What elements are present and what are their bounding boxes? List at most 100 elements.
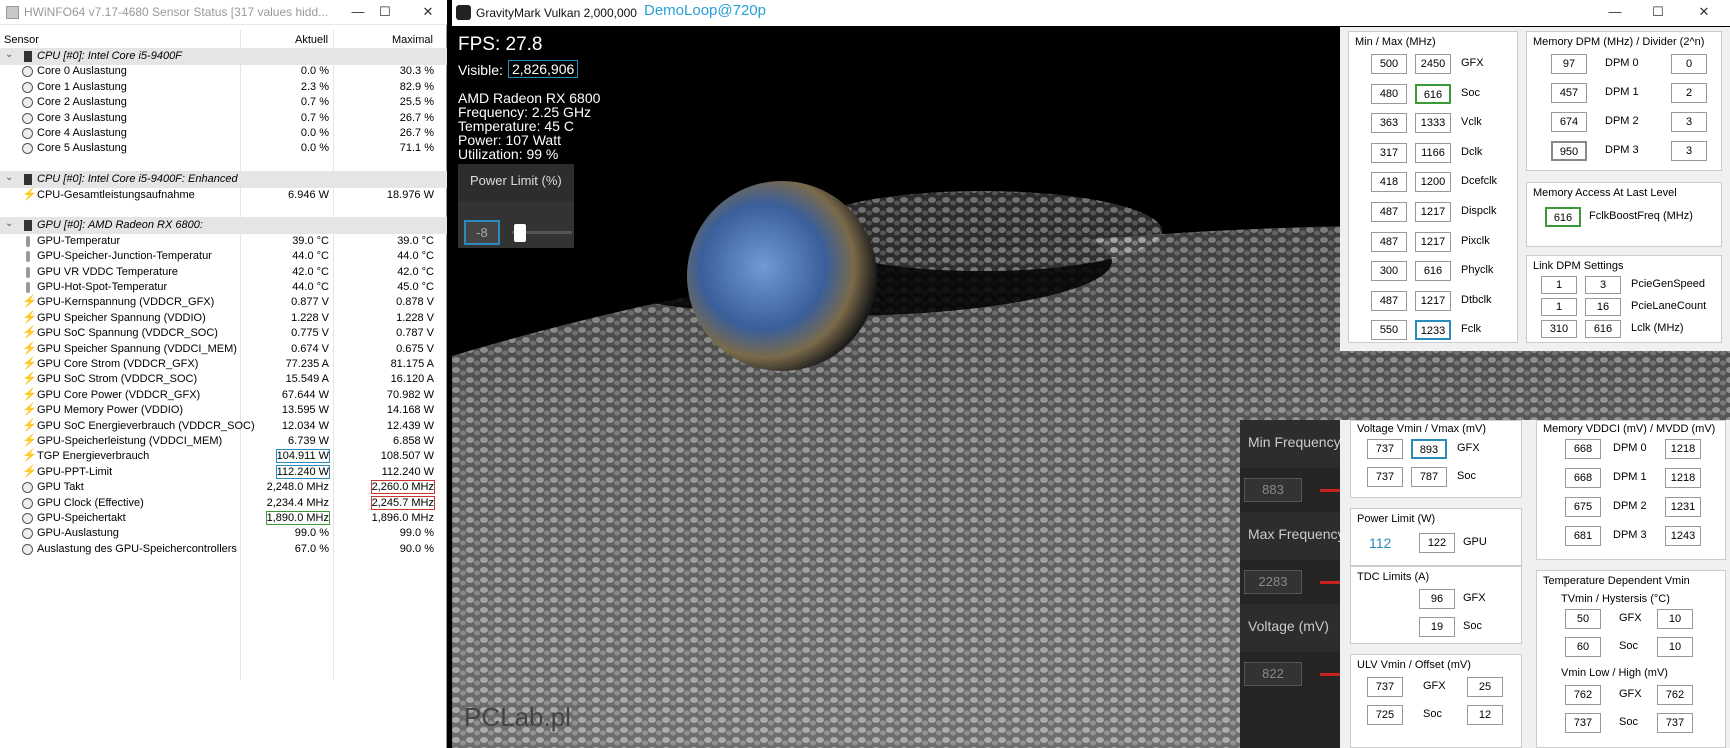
link-min-input[interactable]: 310 [1541, 320, 1577, 338]
ulv-vmin-input[interactable]: 737 [1367, 677, 1403, 697]
sensor-row[interactable]: GPU-Speicher-Junction-Temperatur 44.0 °C 4… [0, 248, 447, 265]
mvdd-input[interactable]: 1231 [1665, 497, 1701, 517]
power-limit-input[interactable]: -8 [464, 220, 500, 245]
memdpm-freq-input[interactable]: 950 [1551, 141, 1587, 161]
vmin-input[interactable]: 737 [1367, 467, 1403, 487]
tvmin-input[interactable]: 50 [1565, 609, 1601, 629]
max-input[interactable]: 616 [1415, 261, 1451, 282]
memdpm-divider-input[interactable]: 3 [1671, 141, 1707, 161]
tvmin-second-input[interactable]: 10 [1657, 609, 1693, 629]
sensor-row[interactable]: Core 0 Auslastung 0.0 % 30.3 % [0, 63, 447, 80]
ulv-offset-input[interactable]: 12 [1467, 705, 1503, 725]
tdc-input[interactable]: 19 [1419, 617, 1455, 637]
collapse-chevron-icon[interactable]: ⌄ [5, 218, 13, 229]
min-input[interactable]: 317 [1371, 142, 1407, 163]
vmax-input[interactable]: 787 [1411, 467, 1447, 487]
gm-maximize-button[interactable]: ☐ [1643, 2, 1673, 22]
min-input[interactable]: 487 [1371, 231, 1407, 252]
collapse-chevron-icon[interactable]: ⌄ [5, 172, 13, 183]
max-input[interactable]: 1217 [1415, 202, 1451, 222]
freq-slider-track[interactable] [1320, 489, 1340, 492]
freq-slider-track[interactable] [1320, 581, 1340, 584]
vddci-input[interactable]: 675 [1565, 497, 1601, 517]
vddci-input[interactable]: 668 [1565, 468, 1601, 488]
sensor-row[interactable]: GPU-Auslastung 99.0 % 99.0 % [0, 525, 447, 542]
min-input[interactable]: 487 [1371, 202, 1407, 222]
column-max[interactable]: Maximal [392, 34, 433, 46]
sensor-row[interactable]: ⚡ GPU-Kernspannung (VDDCR_GFX) 0.877 V 0.87… [0, 294, 447, 311]
memdpm-freq-input[interactable]: 457 [1551, 83, 1587, 103]
fclkboost-input[interactable]: 616 [1545, 207, 1581, 227]
max-input[interactable]: 1217 [1415, 231, 1451, 252]
sensor-row[interactable]: ⚡ CPU-Gesamtleistungsaufnahme 6.946 W 18.97… [0, 187, 447, 204]
sensor-row[interactable]: ⚡ GPU Memory Power (VDDIO) 13.595 W 14.168 … [0, 402, 447, 419]
gm-close-button[interactable]: ✕ [1689, 2, 1719, 22]
column-sensor[interactable]: Sensor [4, 34, 39, 46]
max-input[interactable]: 1233 [1415, 320, 1451, 341]
sensor-row[interactable]: Auslastung des GPU-Speichercontrollers 67… [0, 541, 447, 558]
link-min-input[interactable]: 1 [1541, 276, 1577, 294]
mvdd-input[interactable]: 1243 [1665, 526, 1701, 546]
min-input[interactable]: 480 [1371, 83, 1407, 104]
column-current[interactable]: Aktuell [295, 34, 328, 46]
freq-input[interactable]: 883 [1244, 478, 1302, 502]
sensor-group-header[interactable]: ⌄ GPU [#0]: AMD Radeon RX 6800: [0, 217, 447, 234]
link-max-input[interactable]: 3 [1585, 276, 1621, 294]
mvdd-input[interactable]: 1218 [1665, 439, 1701, 459]
max-input[interactable]: 2450 [1415, 54, 1451, 74]
freq-slider-track[interactable] [1320, 673, 1340, 676]
minimize-button[interactable]: — [343, 2, 373, 22]
close-button[interactable]: ✕ [413, 2, 443, 22]
freq-input[interactable]: 2283 [1244, 570, 1302, 594]
power-limit-slider[interactable] [514, 224, 526, 242]
link-max-input[interactable]: 616 [1585, 320, 1621, 338]
vddci-input[interactable]: 668 [1565, 439, 1601, 459]
sensor-group-header[interactable]: ⌄ CPU [#0]: Intel Core i5-9400F: Enhanced [0, 171, 447, 188]
gm-minimize-button[interactable]: — [1600, 2, 1630, 22]
tvmin-input[interactable]: 60 [1565, 637, 1601, 657]
max-input[interactable]: 1217 [1415, 290, 1451, 311]
min-input[interactable]: 418 [1371, 172, 1407, 193]
sensor-current-value: 2,248.0 MHz [266, 481, 329, 493]
sensor-row[interactable]: GPU Takt 2,248.0 MHz 2,260.0 MHz [0, 479, 447, 496]
maximize-button[interactable]: ☐ [370, 2, 400, 22]
min-input[interactable]: 300 [1371, 261, 1407, 282]
vmin-input[interactable]: 737 [1367, 439, 1403, 459]
sensor-row[interactable]: ⚡ GPU SoC Spannung (VDDCR_SOC) 0.775 V 0.78… [0, 325, 447, 342]
max-input[interactable]: 1200 [1415, 172, 1451, 193]
link-max-input[interactable]: 16 [1585, 298, 1621, 316]
mvdd-input[interactable]: 1218 [1665, 468, 1701, 488]
vmax-input[interactable]: 893 [1411, 439, 1447, 459]
sensor-row[interactable]: ⚡ GPU SoC Strom (VDDCR_SOC) 15.549 A 16.120… [0, 371, 447, 388]
min-input[interactable]: 363 [1371, 113, 1407, 134]
tvmin-second-input[interactable]: 737 [1657, 713, 1693, 733]
memdpm-divider-input[interactable]: 3 [1671, 112, 1707, 132]
sensor-row[interactable]: Core 2 Auslastung 0.7 % 25.5 % [0, 94, 447, 111]
min-input[interactable]: 487 [1371, 290, 1407, 311]
memdpm-divider-input[interactable]: 0 [1671, 54, 1707, 74]
vddci-input[interactable]: 681 [1565, 526, 1601, 546]
link-label: PcieLaneCount [1631, 300, 1707, 312]
tvmin-second-input[interactable]: 10 [1657, 637, 1693, 657]
powerlimit-input[interactable]: 122 [1419, 533, 1455, 553]
max-input[interactable]: 1333 [1415, 113, 1451, 134]
memdpm-freq-input[interactable]: 674 [1551, 112, 1587, 132]
fclkboost-label: FclkBoostFreq (MHz) [1589, 210, 1693, 222]
sensor-row[interactable]: ⚡ TGP Energieverbrauch 104.911 W 108.507 W [0, 448, 447, 465]
link-min-input[interactable]: 1 [1541, 298, 1577, 316]
sensor-row[interactable]: Core 5 Auslastung 0.0 % 71.1 % [0, 140, 447, 157]
max-input[interactable]: 1166 [1415, 142, 1451, 163]
min-input[interactable]: 500 [1371, 54, 1407, 74]
tvmin-input[interactable]: 762 [1565, 685, 1601, 705]
tdc-input[interactable]: 96 [1419, 589, 1455, 609]
tvmin-input[interactable]: 737 [1565, 713, 1601, 733]
collapse-chevron-icon[interactable]: ⌄ [5, 49, 13, 60]
memdpm-freq-input[interactable]: 97 [1551, 54, 1587, 74]
freq-input[interactable]: 822 [1244, 662, 1302, 686]
ulv-offset-input[interactable]: 25 [1467, 677, 1503, 697]
tvmin-second-input[interactable]: 762 [1657, 685, 1693, 705]
memdpm-divider-input[interactable]: 2 [1671, 83, 1707, 103]
ulv-vmin-input[interactable]: 725 [1367, 705, 1403, 725]
min-input[interactable]: 550 [1371, 320, 1407, 341]
max-input[interactable]: 616 [1415, 83, 1451, 104]
